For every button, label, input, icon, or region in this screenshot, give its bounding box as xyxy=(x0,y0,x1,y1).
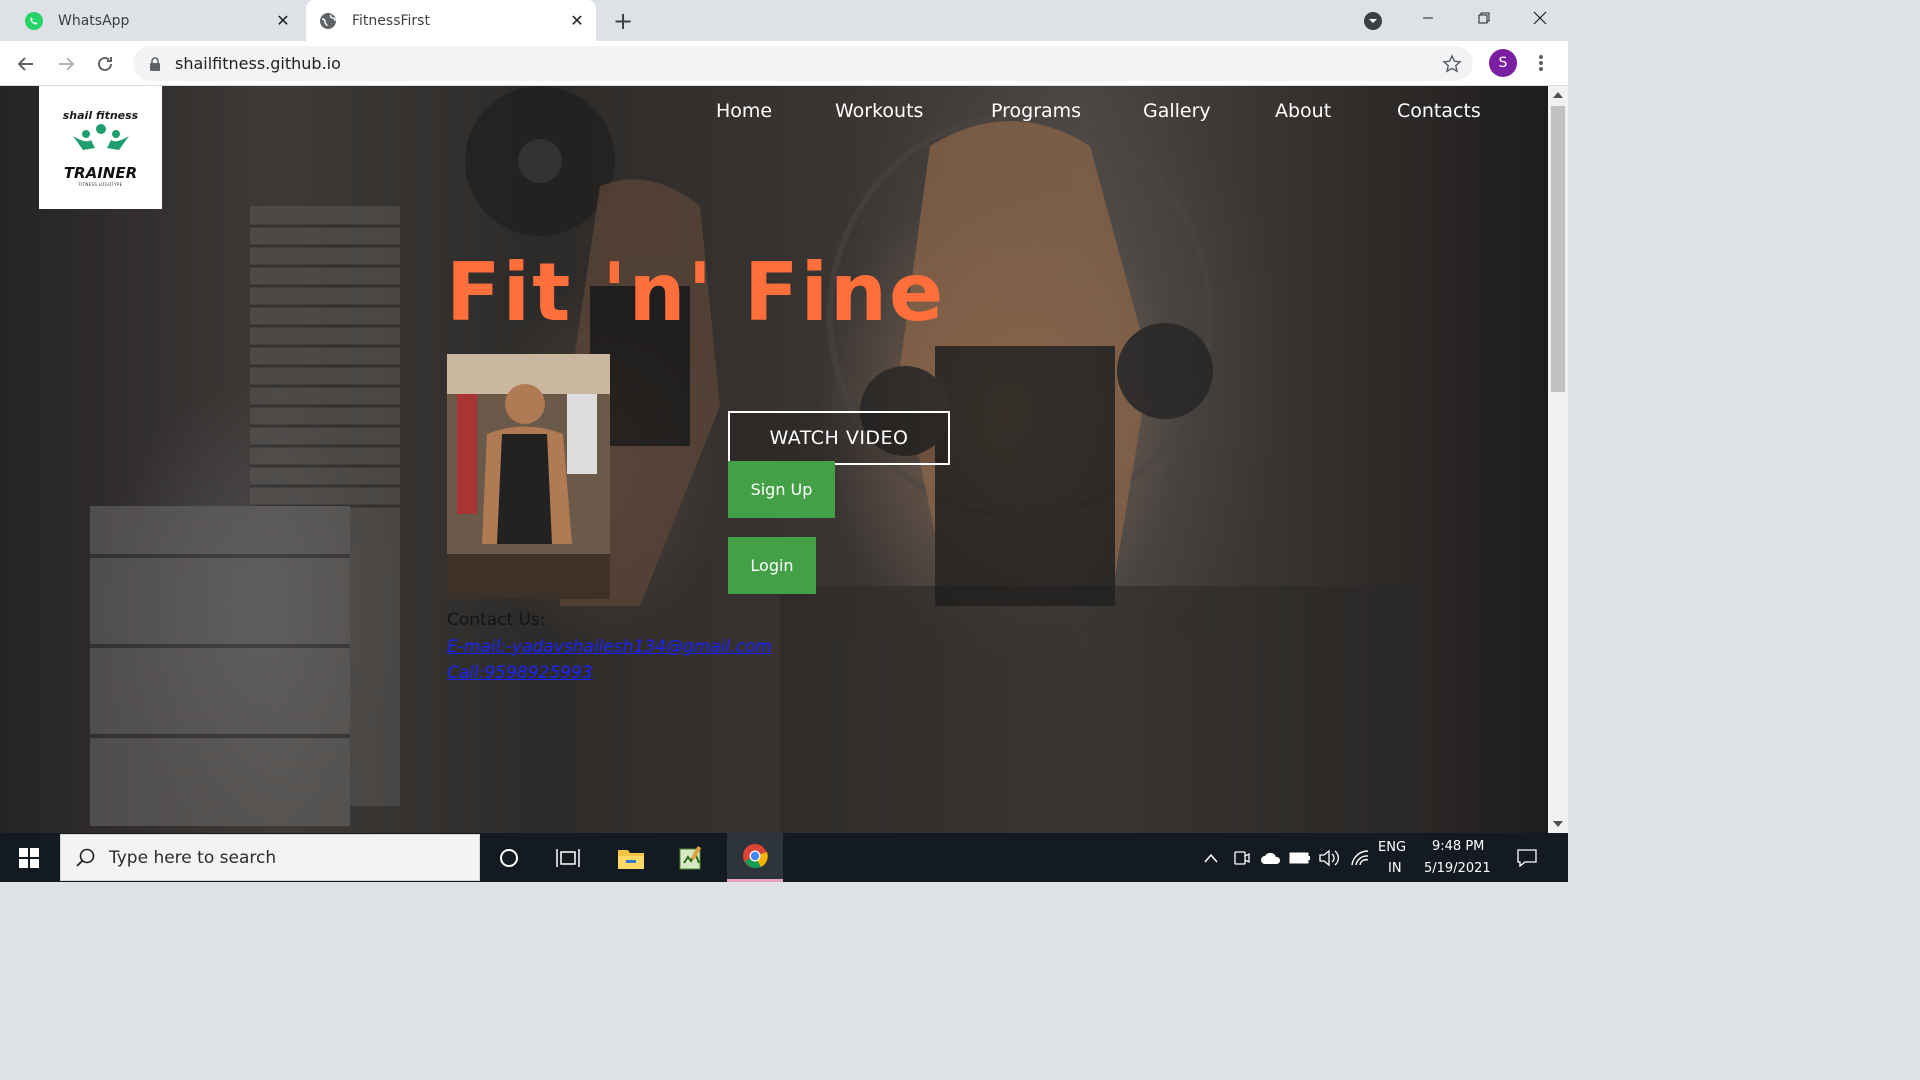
phone-link[interactable]: Call:9598925993 xyxy=(447,663,593,683)
volume-icon[interactable] xyxy=(1318,847,1340,869)
windows-taskbar: Type here to search ENG IN 9:48 PM 5/19/… xyxy=(0,833,1568,882)
contact-heading: Contact Us: xyxy=(447,610,546,630)
search-placeholder: Type here to search xyxy=(109,847,277,868)
nav-home[interactable]: Home xyxy=(716,100,772,122)
close-icon[interactable]: ✕ xyxy=(566,10,588,32)
kebab-menu-icon[interactable] xyxy=(1530,51,1552,75)
tab-fitnessfirst[interactable]: FitnessFirst ✕ xyxy=(306,0,596,41)
nav-workouts[interactable]: Workouts xyxy=(835,100,923,122)
vertical-scrollbar[interactable] xyxy=(1548,86,1568,833)
wifi-icon[interactable] xyxy=(1349,847,1371,869)
meet-now-icon[interactable] xyxy=(1231,847,1253,869)
nav-gallery[interactable]: Gallery xyxy=(1143,100,1211,122)
file-explorer-icon[interactable] xyxy=(606,833,656,882)
new-tab-plus-icon[interactable]: + xyxy=(610,7,636,35)
chevron-up-icon[interactable] xyxy=(1200,847,1222,869)
sign-up-button[interactable]: Sign Up xyxy=(728,461,835,518)
task-view-icon[interactable] xyxy=(543,833,593,882)
hero-title: Fit 'n' Fine xyxy=(446,246,946,339)
clock-date: 5/19/2021 xyxy=(1424,861,1491,876)
tab-title: WhatsApp xyxy=(58,12,130,29)
url-text: shailfitness.github.io xyxy=(175,54,341,73)
language-indicator[interactable]: ENG xyxy=(1378,840,1406,855)
window-close-icon[interactable] xyxy=(1512,0,1568,36)
tab-strip: WhatsApp ✕ FitnessFirst ✕ + xyxy=(0,0,1568,41)
reload-icon[interactable] xyxy=(91,50,119,78)
logo-title: TRAINER xyxy=(63,163,138,182)
nav-contacts[interactable]: Contacts xyxy=(1397,100,1481,122)
minimize-icon[interactable] xyxy=(1400,0,1456,36)
tab-search-icon[interactable] xyxy=(1362,10,1384,32)
forward-arrow-icon[interactable] xyxy=(52,50,80,78)
address-bar[interactable]: shailfitness.github.io xyxy=(133,46,1473,81)
tab-whatsapp[interactable]: WhatsApp ✕ xyxy=(12,0,302,41)
trainer-photo xyxy=(447,354,610,599)
close-icon[interactable]: ✕ xyxy=(272,10,294,32)
profile-avatar[interactable]: S xyxy=(1489,49,1517,77)
scroll-up-arrow-icon[interactable] xyxy=(1548,86,1568,104)
notepad-app-icon[interactable] xyxy=(666,833,716,882)
globe-icon xyxy=(318,11,338,31)
page-viewport: shail fitness TRAINER FITNESS LOGOTYPE H… xyxy=(0,86,1548,833)
battery-icon[interactable] xyxy=(1289,847,1311,869)
nav-about[interactable]: About xyxy=(1275,100,1331,122)
cortana-icon[interactable] xyxy=(484,833,534,882)
scroll-down-arrow-icon[interactable] xyxy=(1548,815,1568,833)
search-icon xyxy=(76,848,95,867)
chrome-icon[interactable] xyxy=(727,833,783,882)
scroll-thumb[interactable] xyxy=(1551,106,1565,392)
back-arrow-icon[interactable] xyxy=(12,50,40,78)
restore-icon[interactable] xyxy=(1456,0,1512,36)
onedrive-cloud-icon[interactable] xyxy=(1260,847,1282,869)
main-nav: Home Workouts Programs Gallery About Con… xyxy=(0,100,1548,130)
browser-toolbar: shailfitness.github.io xyxy=(0,41,1568,86)
email-link[interactable]: E-mail:-yadavshailesh134@gmail.com xyxy=(447,637,772,657)
logo-subtitle: FITNESS LOGOTYPE xyxy=(78,181,123,187)
bookmark-star-icon[interactable] xyxy=(1441,53,1463,75)
watch-video-button[interactable]: WATCH VIDEO xyxy=(728,411,950,465)
notification-icon[interactable] xyxy=(1516,847,1538,869)
clock-time[interactable]: 9:48 PM xyxy=(1432,839,1484,854)
region-indicator: IN xyxy=(1388,861,1402,876)
login-button[interactable]: Login xyxy=(728,537,816,594)
windows-start-icon[interactable] xyxy=(0,833,58,882)
tab-title: FitnessFirst xyxy=(352,12,430,29)
taskbar-search-box[interactable]: Type here to search xyxy=(60,834,480,881)
lock-icon xyxy=(147,56,163,72)
nav-programs[interactable]: Programs xyxy=(991,100,1081,122)
whatsapp-icon xyxy=(24,11,44,31)
